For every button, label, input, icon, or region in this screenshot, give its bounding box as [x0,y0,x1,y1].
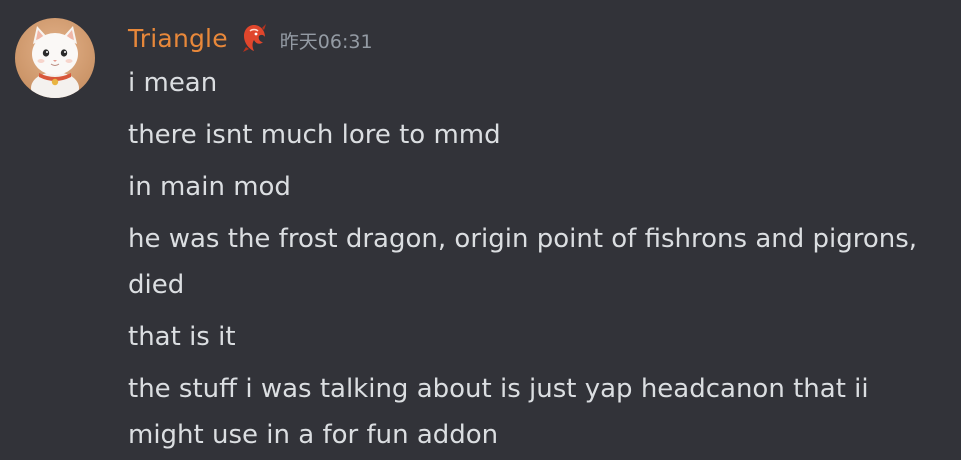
message-line: the stuff i was talking about is just ya… [128,374,869,450]
dragon-icon[interactable] [240,22,268,54]
message-line: i mean [128,68,218,98]
message-content: i mean there isnt much lore to mmd in ma… [128,60,943,460]
message-line: in main mod [128,172,291,202]
cat-avatar-icon [15,18,95,98]
message-line: that is it [128,322,236,352]
chat-message: Triangle 昨天06:31 i mean there isnt much … [0,0,961,460]
timestamp: 昨天06:31 [279,30,373,53]
message-line: there isnt much lore to mmd [128,120,501,150]
username[interactable]: Triangle [128,24,228,53]
message-header: Triangle 昨天06:31 [128,18,373,58]
message-line: he was the frost dragon, origin point of… [128,224,918,300]
user-avatar[interactable] [15,18,95,98]
